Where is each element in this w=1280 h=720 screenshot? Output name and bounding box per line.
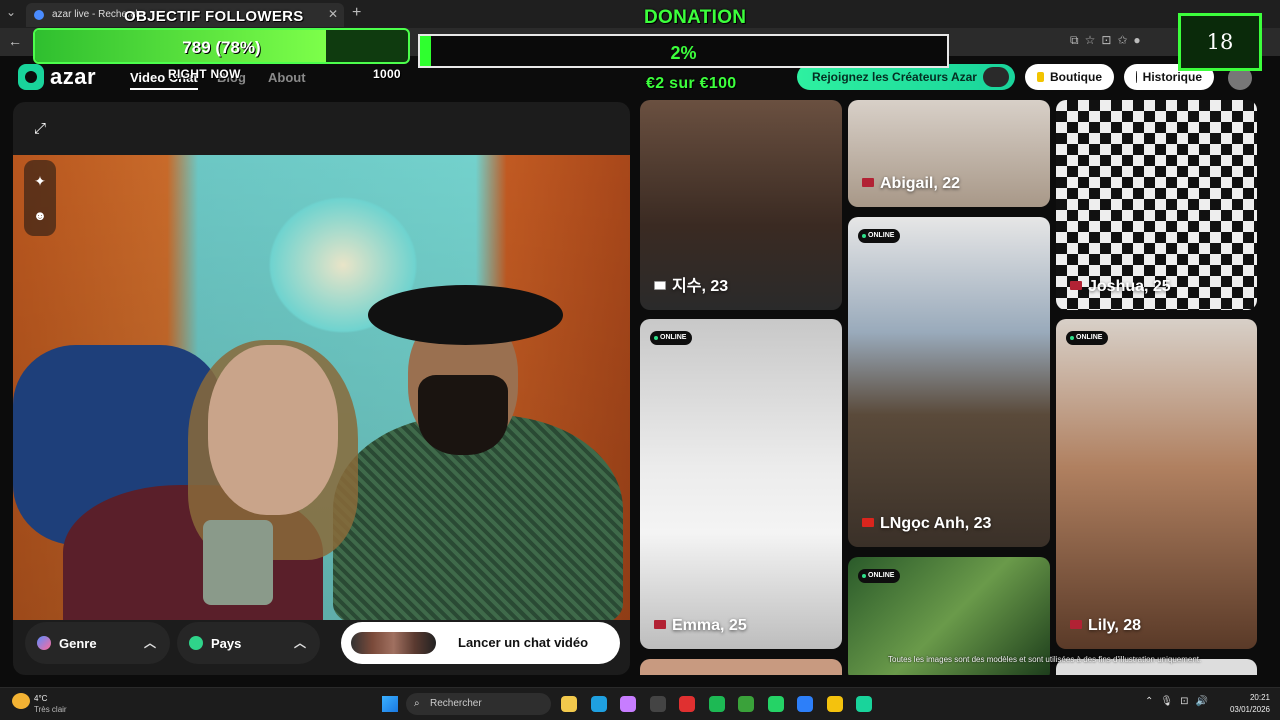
launch-label: Lancer un chat vidéo (458, 635, 589, 650)
expand-icon[interactable]: ⤢ (28, 117, 52, 141)
globe-icon (189, 636, 203, 650)
launch-video-chat-button[interactable]: Lancer un chat vidéo (341, 622, 620, 664)
flag-icon (862, 518, 874, 527)
sparkle-icon[interactable]: ✦ (27, 168, 53, 194)
profile-card[interactable]: ONLINE Lily, 28 (1056, 319, 1257, 649)
close-tab-icon[interactable]: ✕ (328, 7, 338, 21)
azar-icon[interactable] (856, 696, 872, 712)
boutique-label: Boutique (1050, 70, 1102, 84)
genre-label: Genre (59, 635, 97, 651)
profile-card[interactable]: Joshua, 25 (1056, 100, 1257, 310)
genre-icon (37, 636, 51, 650)
profile-card[interactable]: ONLINE LNgọc Anh, 23 (848, 217, 1050, 547)
profile-card[interactable]: 지수, 23 (640, 100, 842, 310)
taskbar-search[interactable]: Rechercher (406, 693, 551, 715)
flag-icon (862, 178, 874, 187)
genre-filter[interactable]: Genre ︿ (25, 622, 170, 664)
chevron-up-icon: ︿ (143, 636, 156, 650)
donation-percent: 2% (670, 43, 697, 63)
profile-name: Emma, 25 (654, 617, 747, 635)
donation-amount: €2 sur €100 (646, 75, 737, 92)
historique-label: Historique (1142, 70, 1202, 84)
profile-name: Abigail, 22 (862, 175, 960, 193)
profile-name-text: Lily, 28 (1088, 617, 1142, 634)
person-right-hat (368, 285, 563, 345)
explorer-icon[interactable] (561, 696, 577, 712)
back-icon[interactable]: ← (8, 33, 22, 49)
pays-filter[interactable]: Pays ︿ (177, 622, 320, 664)
right-now-label: RIGHT NOW (168, 67, 241, 81)
flag-icon (1070, 281, 1082, 290)
creators-icon (983, 67, 1009, 87)
copilot-icon[interactable] (620, 696, 636, 712)
followers-progress-text: 789 (78%) (182, 38, 261, 57)
nav-about[interactable]: About (268, 70, 306, 85)
flag-icon (654, 620, 666, 629)
online-badge: ONLINE (858, 229, 901, 243)
cortana-icon[interactable] (797, 696, 813, 712)
image-disclaimer: Toutes les images sont des modèles et so… (888, 655, 1202, 664)
followers-progress-bar: 789 (78%) (33, 28, 410, 64)
person-left-head (208, 345, 338, 515)
windows-taskbar (0, 687, 1280, 720)
profile-name-text: Abigail, 22 (880, 175, 961, 192)
profile-name-text: LNgọc Anh, 23 (880, 515, 992, 532)
edge-icon[interactable] (590, 696, 607, 712)
logo-text: azar (50, 64, 97, 89)
tab-menu-icon[interactable]: ⌄ (6, 5, 16, 19)
online-badge: ONLINE (1066, 331, 1109, 345)
profile-name: Lily, 28 (1070, 617, 1141, 635)
weather-icon[interactable] (12, 693, 30, 709)
tab-favicon-icon (34, 10, 44, 20)
boutique-button[interactable]: Boutique (1025, 64, 1114, 90)
clock-icon (1136, 71, 1137, 83)
profile-card[interactable] (640, 659, 842, 675)
browser-toolbar-icons[interactable]: ⧉☆⊡✩● (1070, 33, 1147, 48)
whatsapp-icon[interactable] (767, 696, 784, 712)
person-right-beard (418, 375, 508, 455)
profile-name-text: 지수, 23 (672, 278, 729, 295)
pays-label: Pays (211, 635, 242, 651)
followers-target: 1000 (373, 67, 401, 81)
clock-date[interactable]: 03/01/2026 (1222, 705, 1270, 714)
profile-card[interactable]: ONLINE Emma, 25 (640, 319, 842, 649)
emoji-icon[interactable]: ☻ (27, 203, 53, 229)
followers-goal-title: OBJECTIF FOLLOWERS (124, 8, 304, 25)
gem-icon (1037, 72, 1044, 82)
store-icon[interactable] (649, 696, 666, 712)
profile-grid: 지수, 23 Abigail, 22 Joshua, 25 ONLINE LNg… (640, 100, 1260, 675)
online-badge: ONLINE (650, 331, 693, 345)
age-badge: 18 (1178, 13, 1262, 71)
profile-name: LNgọc Anh, 23 (862, 515, 991, 533)
camera-feed (13, 155, 630, 620)
profile-name-text: Joshua, 25 (1088, 278, 1171, 295)
xbox-icon[interactable] (738, 696, 754, 712)
search-icon: ⌕ (414, 698, 420, 709)
profile-name: Joshua, 25 (1070, 278, 1171, 296)
profile-name-text: Emma, 25 (672, 617, 747, 634)
azar-logo[interactable]: azar (18, 64, 96, 90)
profile-faces-icon (351, 632, 436, 654)
weather-description: Très clair (34, 705, 67, 714)
opera-icon[interactable] (679, 696, 695, 712)
donation-title: DONATION (644, 7, 747, 28)
azar-logo-icon (18, 64, 44, 90)
phone (203, 520, 273, 605)
clock-time[interactable]: 20:21 (1230, 693, 1270, 702)
windows-start-icon[interactable] (382, 696, 398, 712)
spotify-icon[interactable] (708, 696, 725, 712)
system-tray-icons[interactable]: ⌃🎙⊡🔊 (1145, 696, 1215, 707)
weather-temperature: 4°C (34, 694, 48, 703)
online-badge: ONLINE (858, 569, 901, 583)
join-creators-label: Rejoignez les Créateurs Azar (812, 70, 977, 84)
new-tab-icon[interactable]: + (352, 4, 361, 22)
chrome-icon[interactable] (826, 696, 843, 712)
profile-name: 지수, 23 (654, 272, 728, 296)
chevron-up-icon: ︿ (293, 636, 306, 650)
donation-progress-bar: 2% (418, 34, 949, 68)
flag-icon (654, 281, 666, 290)
flag-icon (1070, 620, 1082, 629)
profile-card[interactable]: Abigail, 22 (848, 100, 1050, 207)
